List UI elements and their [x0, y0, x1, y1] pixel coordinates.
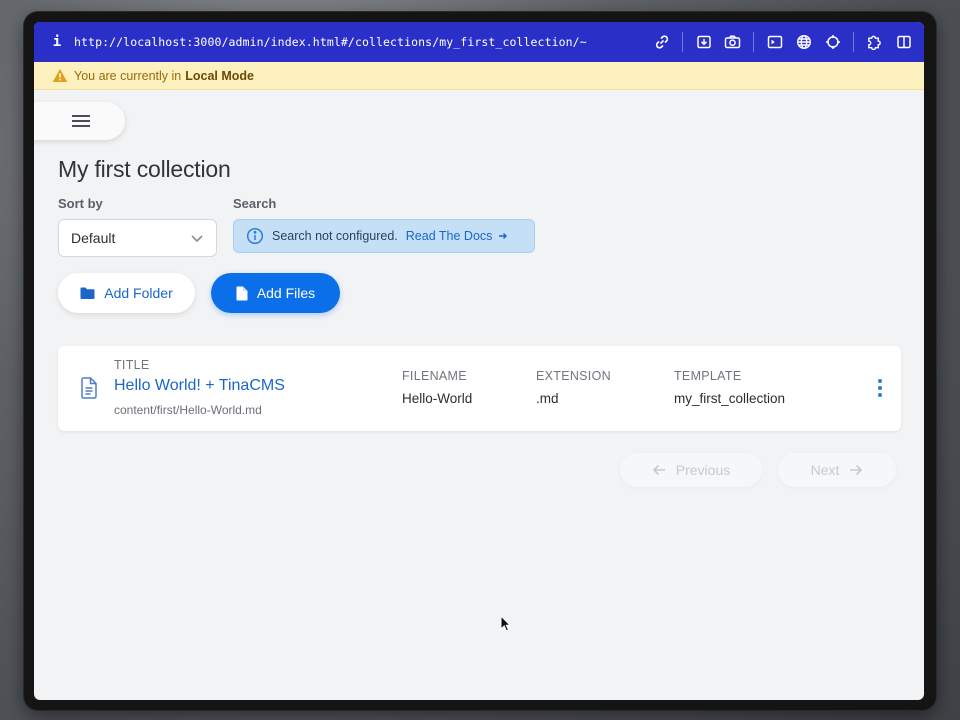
globe-icon[interactable]: [795, 34, 812, 51]
read-docs-link-label: Read The Docs: [405, 229, 493, 243]
arrow-right-icon: [850, 464, 863, 476]
read-docs-link[interactable]: Read The Docs: [406, 229, 509, 243]
search-message: Search not configured.: [272, 229, 398, 243]
page-title: My first collection: [58, 156, 231, 182]
previous-page-button[interactable]: Previous: [620, 453, 762, 487]
toolbar-divider: [853, 32, 854, 52]
arrow-left-icon: [652, 464, 665, 476]
menu-button[interactable]: [34, 102, 125, 140]
folder-icon: [80, 287, 95, 299]
table-row[interactable]: TITLE Hello World! + TinaCMS content/fir…: [58, 346, 901, 431]
extensions-icon[interactable]: [866, 34, 883, 51]
crosshair-icon[interactable]: [824, 34, 841, 51]
camera-icon[interactable]: [724, 34, 741, 51]
url-bar: i http://localhost:3000/admin/index.html…: [34, 22, 924, 62]
sort-value: Default: [71, 230, 116, 246]
previous-label: Previous: [675, 462, 731, 478]
warning-icon: [52, 68, 68, 83]
document-icon: [80, 377, 98, 399]
search-label: Search: [233, 196, 277, 211]
column-header-filename: FILENAME: [402, 369, 467, 383]
arrow-right-icon: [499, 233, 508, 239]
row-filename: Hello-World: [402, 391, 473, 406]
next-page-button[interactable]: Next: [778, 453, 896, 487]
site-info-icon[interactable]: i: [50, 34, 64, 50]
add-files-label: Add Files: [256, 285, 316, 301]
sidebar-toggle-icon[interactable]: [895, 34, 912, 51]
info-icon: [246, 227, 264, 245]
column-header-title: TITLE: [114, 358, 150, 372]
search-not-configured-notice: Search not configured. Read The Docs: [233, 219, 535, 253]
terminal-icon[interactable]: [766, 34, 783, 51]
row-path: content/first/Hello-World.md: [114, 403, 262, 417]
browser-window: i http://localhost:3000/admin/index.html…: [34, 22, 924, 700]
local-mode-banner: You are currently in Local Mode: [34, 62, 924, 90]
row-template: my_first_collection: [674, 391, 786, 406]
next-label: Next: [810, 462, 840, 478]
toolbar-divider: [753, 32, 754, 52]
download-icon[interactable]: [695, 34, 712, 51]
url-field[interactable]: http://localhost:3000/admin/index.html#/…: [74, 35, 653, 49]
toolbar-divider: [682, 32, 683, 52]
link-icon[interactable]: [653, 34, 670, 51]
column-header-extension: EXTENSION: [536, 369, 611, 383]
row-title-link[interactable]: Hello World! + TinaCMS: [114, 377, 285, 395]
sort-select[interactable]: Default: [58, 219, 217, 257]
row-extension: .md: [536, 391, 559, 406]
add-folder-label: Add Folder: [104, 285, 173, 301]
file-icon: [236, 286, 248, 300]
toolbar: [653, 32, 912, 52]
mouse-cursor-icon: [500, 614, 512, 638]
banner-text: You are currently in: [74, 68, 182, 83]
sort-label: Sort by: [58, 196, 103, 211]
chevron-down-icon: [190, 233, 204, 243]
hamburger-icon: [71, 112, 90, 130]
banner-mode: Local Mode: [185, 68, 255, 83]
column-header-template: TEMPLATE: [674, 369, 742, 383]
add-files-button[interactable]: Add Files: [211, 273, 340, 313]
add-folder-button[interactable]: Add Folder: [58, 273, 195, 313]
row-menu-icon[interactable]: [877, 379, 883, 397]
